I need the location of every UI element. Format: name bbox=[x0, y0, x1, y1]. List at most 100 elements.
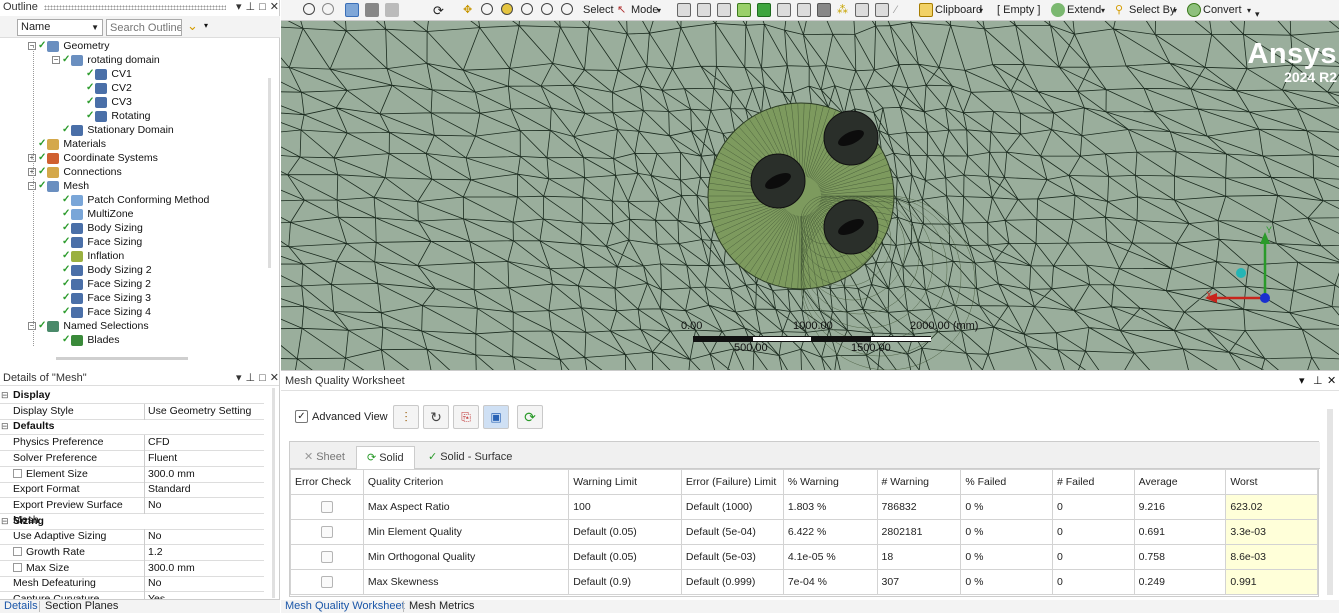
collapse-icon[interactable]: ⊟ bbox=[1, 514, 9, 529]
view-options-icon[interactable] bbox=[385, 3, 399, 17]
chevron-down-icon[interactable]: ▾ bbox=[979, 3, 983, 18]
copy-icon[interactable]: ⎘ bbox=[453, 405, 479, 429]
face-view-icon[interactable] bbox=[365, 3, 379, 17]
tree-node-multizone[interactable]: ✓ MultiZone bbox=[62, 207, 134, 221]
table-row[interactable]: Min Orthogonal Quality Default (0.05) Defa… bbox=[290, 544, 1318, 570]
details-value[interactable]: No bbox=[148, 529, 260, 544]
select-face-icon[interactable] bbox=[717, 3, 731, 17]
mode-menu[interactable]: Mode bbox=[631, 3, 659, 18]
details-row-physics-preference[interactable]: Physics Preference CFD bbox=[0, 435, 264, 452]
expand-icon[interactable]: + bbox=[28, 154, 36, 162]
select-by-icon[interactable]: ⚲ bbox=[1115, 3, 1123, 18]
details-section-display[interactable]: ⊟ Display bbox=[0, 388, 264, 404]
chevron-down-icon[interactable]: ▾ bbox=[1247, 3, 1251, 18]
details-section-sizing[interactable]: ⊟ Sizing bbox=[0, 514, 264, 530]
worksheet-scrollbar[interactable] bbox=[1327, 409, 1333, 595]
pin-icon[interactable]: ⊥ bbox=[246, 0, 256, 14]
tree-node-cv2[interactable]: ✓ CV2 bbox=[86, 81, 132, 95]
details-section-defaults[interactable]: ⊟ Defaults bbox=[0, 419, 264, 436]
column-header--failed[interactable]: % Failed bbox=[960, 469, 1053, 495]
tree-node-patch-conforming-method[interactable]: ✓ Patch Conforming Method bbox=[62, 193, 209, 207]
details-row-solver-preference[interactable]: Solver Preference Fluent bbox=[0, 450, 264, 467]
tab-solid[interactable]: ⟳ Solid bbox=[356, 446, 415, 469]
tree-node-face-sizing-4[interactable]: ✓ Face Sizing 4 bbox=[62, 305, 151, 319]
details-row-display-style[interactable]: Display Style Use Geometry Setting bbox=[0, 403, 264, 420]
error-check-cell[interactable] bbox=[290, 494, 364, 520]
refresh-icon[interactable]: ↻ bbox=[423, 405, 449, 429]
clipboard-icon[interactable] bbox=[919, 3, 933, 17]
error-check-cell[interactable] bbox=[290, 569, 364, 595]
collapse-icon[interactable]: ⊟ bbox=[1, 419, 9, 434]
select-element-icon[interactable] bbox=[757, 3, 771, 17]
tree-node-body-sizing[interactable]: ✓ Body Sizing bbox=[62, 221, 143, 235]
tree-node-stationary-domain[interactable]: ✓ Stationary Domain bbox=[62, 123, 174, 137]
chevron-down-icon[interactable]: ▾ bbox=[657, 3, 661, 18]
column-settings-icon[interactable]: ⫶ bbox=[393, 405, 419, 429]
select-element-face-icon[interactable] bbox=[797, 3, 811, 17]
filter-chevron-icon[interactable]: ⌄ bbox=[187, 18, 198, 34]
pin-icon[interactable]: ⊥ bbox=[246, 371, 256, 385]
select-by-menu[interactable]: Select By bbox=[1129, 3, 1175, 18]
details-row-element-size[interactable]: Element Size 300.0 mm bbox=[0, 466, 264, 483]
pan-icon[interactable]: ✥ bbox=[463, 3, 472, 18]
tree-node-blades[interactable]: ✓ Blades bbox=[62, 333, 120, 347]
save-icon[interactable]: ▣ bbox=[483, 405, 509, 429]
tree-node-cv3[interactable]: ✓ CV3 bbox=[86, 95, 132, 109]
column-header-worst[interactable]: Worst bbox=[1225, 469, 1318, 495]
search-outline-input[interactable] bbox=[106, 19, 182, 36]
graphics-viewport[interactable]: Ansys 2024 R2 0.00 1000.00 2000.00 (mm) … bbox=[281, 21, 1339, 370]
tree-node-inflation[interactable]: ✓ Inflation bbox=[62, 249, 124, 263]
fit-view-icon[interactable] bbox=[541, 3, 553, 15]
details-row-max-size[interactable]: Max Size 300.0 mm bbox=[0, 560, 264, 577]
details-value[interactable]: No bbox=[148, 576, 260, 591]
cursor-icon[interactable]: ↖ bbox=[617, 3, 626, 18]
select-mesh-icon[interactable] bbox=[817, 3, 831, 17]
tree-node-connections[interactable]: ✓ Connections bbox=[38, 165, 122, 179]
tree-node-rotating-domain[interactable]: ✓ rotating domain bbox=[62, 53, 160, 67]
details-value[interactable]: 300.0 mm bbox=[148, 467, 260, 482]
error-check-checkbox[interactable] bbox=[321, 576, 333, 589]
rotate-icon[interactable]: ⟳ bbox=[433, 3, 444, 18]
maximize-icon[interactable]: □ bbox=[259, 371, 266, 385]
tree-node-coordinate-systems[interactable]: ✓ Coordinate Systems bbox=[38, 151, 158, 165]
chevron-down-icon[interactable]: ▾ bbox=[1173, 3, 1177, 18]
close-icon[interactable]: ✕ bbox=[1327, 374, 1336, 387]
details-value[interactable]: Standard bbox=[148, 482, 260, 497]
tree-node-face-sizing[interactable]: ✓ Face Sizing bbox=[62, 235, 142, 249]
update-icon[interactable]: ⟳ bbox=[517, 405, 543, 429]
details-value[interactable]: No bbox=[148, 498, 260, 513]
table-row[interactable]: Max Skewness Default (0.9) Default (0.999)… bbox=[290, 569, 1318, 595]
details-row-export-format[interactable]: Export Format Standard bbox=[0, 482, 264, 499]
advanced-view-checkbox[interactable]: ✓ bbox=[295, 410, 308, 423]
details-value[interactable]: Fluent bbox=[148, 451, 260, 466]
column-header-average[interactable]: Average bbox=[1133, 469, 1227, 495]
zoom-icon[interactable] bbox=[481, 3, 493, 15]
collapse-icon[interactable]: ⊟ bbox=[1, 388, 9, 403]
details-row-export-preview-surface-mesh[interactable]: Export Preview Surface Mesh No bbox=[0, 497, 264, 526]
toolbar-overflow-icon[interactable]: ▾ bbox=[1255, 7, 1260, 22]
column-header--failed[interactable]: # Failed bbox=[1051, 469, 1135, 495]
box-zoom-icon[interactable] bbox=[501, 3, 513, 15]
filter-dropdown-icon[interactable]: ▾ bbox=[204, 21, 208, 30]
details-value[interactable]: 1.2 bbox=[148, 545, 260, 560]
body-select-icon[interactable] bbox=[345, 3, 359, 17]
extend-menu[interactable]: Extend bbox=[1067, 3, 1101, 18]
tree-node-body-sizing-2[interactable]: ✓ Body Sizing 2 bbox=[62, 263, 152, 277]
tree-node-face-sizing-2[interactable]: ✓ Face Sizing 2 bbox=[62, 277, 151, 291]
tab-mesh-metrics[interactable]: Mesh Metrics bbox=[409, 600, 474, 613]
select-body-element-icon[interactable] bbox=[855, 3, 869, 17]
details-value[interactable]: Use Geometry Setting bbox=[148, 404, 260, 419]
convert-icon[interactable] bbox=[1187, 3, 1201, 17]
chevron-down-icon[interactable]: ▾ bbox=[1101, 3, 1105, 18]
select-point-icon[interactable] bbox=[677, 3, 691, 17]
column-header--warning[interactable]: % Warning bbox=[782, 469, 878, 495]
zoom-selection-icon[interactable] bbox=[561, 3, 573, 15]
tab-sheet[interactable]: ✕ Sheet bbox=[294, 446, 355, 469]
tab-mesh-quality-worksheet[interactable]: Mesh Quality Worksheet bbox=[285, 600, 405, 613]
details-value[interactable]: CFD bbox=[148, 435, 260, 450]
details-row-use-adaptive-sizing[interactable]: Use Adaptive Sizing No bbox=[0, 529, 264, 546]
tree-node-cv1[interactable]: ✓ CV1 bbox=[86, 67, 132, 81]
column-header-error-check[interactable]: Error Check bbox=[290, 469, 364, 495]
tree-node-materials[interactable]: ✓ Materials bbox=[38, 137, 106, 151]
tree-node-face-sizing-3[interactable]: ✓ Face Sizing 3 bbox=[62, 291, 151, 305]
